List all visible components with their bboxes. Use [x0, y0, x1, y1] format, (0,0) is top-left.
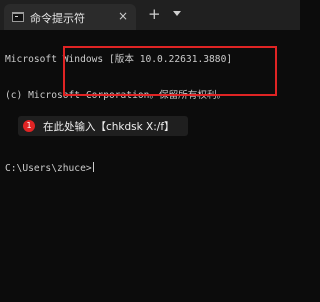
- highlight-box: [63, 46, 277, 96]
- new-tab-button[interactable]: +: [148, 5, 161, 23]
- terminal-icon: [12, 12, 24, 22]
- command-prompt-window: 命令提示符 × + Microsoft Windows [版本 10.0.226…: [0, 0, 300, 302]
- console-prompt-line[interactable]: C:\Users\zhuce>: [5, 162, 295, 174]
- console-prompt: C:\Users\zhuce>: [5, 163, 92, 174]
- annotation-callout: 1 在此处输入【chkdsk X:/f】: [18, 116, 188, 136]
- step-badge: 1: [23, 120, 35, 132]
- text-cursor: [92, 162, 94, 172]
- chevron-down-icon[interactable]: [173, 11, 181, 16]
- annotation-text: 在此处输入【chkdsk X:/f】: [43, 121, 175, 133]
- title-bar: 命令提示符 × +: [0, 0, 300, 30]
- tab-title: 命令提示符: [30, 12, 85, 25]
- scrollbar[interactable]: [296, 34, 299, 298]
- tab-command-prompt[interactable]: 命令提示符 ×: [4, 4, 136, 30]
- close-tab-button[interactable]: ×: [118, 9, 128, 23]
